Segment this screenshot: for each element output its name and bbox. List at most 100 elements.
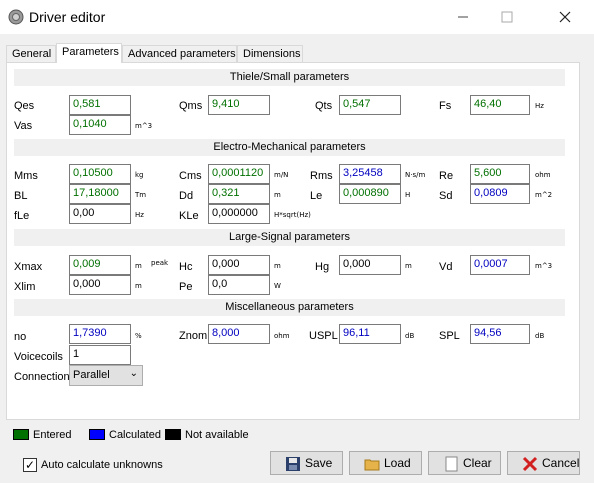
rms-unit: N·s/m bbox=[405, 171, 426, 179]
qes-label: Qes bbox=[14, 100, 35, 112]
vas-unit: m^3 bbox=[135, 122, 153, 130]
load-button[interactable]: Load bbox=[349, 451, 422, 475]
spl-unit: dB bbox=[535, 332, 545, 340]
chevron-down-icon: ⌄ bbox=[129, 368, 138, 379]
kle-field[interactable]: 0,000000 bbox=[208, 204, 270, 224]
section-electro-mechanical: Electro-Mechanical parameters bbox=[14, 139, 565, 156]
hg-field[interactable]: 0,000 bbox=[339, 255, 401, 275]
uspl-unit: dB bbox=[405, 332, 415, 340]
sd-field[interactable]: 0,0809 bbox=[470, 184, 530, 204]
bl-field[interactable]: 17,18000 bbox=[69, 184, 131, 204]
save-label: Save bbox=[305, 456, 333, 470]
close-button[interactable] bbox=[550, 6, 580, 28]
tab-dimensions[interactable]: Dimensions bbox=[237, 45, 303, 62]
load-label: Load bbox=[384, 456, 411, 470]
re-field[interactable]: 5,600 bbox=[470, 164, 530, 184]
znom-label: Znom bbox=[179, 330, 208, 342]
znom-field[interactable]: 8,000 bbox=[208, 324, 270, 344]
window-title: Driver editor bbox=[29, 9, 106, 25]
xmax-label: Xmax bbox=[14, 261, 43, 273]
fs-label: Fs bbox=[439, 100, 452, 112]
voicecoils-label: Voicecoils bbox=[14, 351, 63, 363]
cms-field[interactable]: 0,0001120 bbox=[208, 164, 270, 184]
cms-unit: m/N bbox=[274, 171, 289, 179]
minimize-button[interactable] bbox=[448, 6, 478, 28]
sd-label: Sd bbox=[439, 190, 453, 202]
legend-entered-swatch bbox=[13, 429, 29, 440]
dialog-client: General Parameters Advanced parameters D… bbox=[0, 34, 594, 483]
cancel-label: Cancel bbox=[542, 456, 580, 470]
legend-calculated-swatch bbox=[89, 429, 105, 440]
tab-advanced-parameters[interactable]: Advanced parameters bbox=[122, 45, 237, 62]
hc-label: Hc bbox=[179, 261, 193, 273]
folder-open-icon bbox=[364, 459, 380, 471]
connection-label: Connection bbox=[14, 371, 70, 383]
fle-unit: Hz bbox=[135, 211, 144, 219]
clear-label: Clear bbox=[463, 456, 492, 470]
vas-field[interactable]: 0,1040 bbox=[69, 115, 131, 135]
znom-unit: ohm bbox=[274, 332, 290, 340]
tab-parameters[interactable]: Parameters bbox=[56, 43, 122, 63]
mms-field[interactable]: 0,10500 bbox=[69, 164, 131, 184]
connection-value: Parallel bbox=[73, 369, 110, 381]
maximize-button[interactable] bbox=[492, 6, 522, 28]
close-icon bbox=[559, 11, 571, 23]
pe-unit: W bbox=[274, 282, 281, 290]
legend-entered-label: Entered bbox=[33, 429, 72, 441]
connection-select[interactable]: Parallel ⌄ bbox=[69, 365, 143, 386]
xmax-field[interactable]: 0,009 bbox=[69, 255, 131, 275]
kle-label: KLe bbox=[179, 210, 199, 222]
uspl-label: USPL bbox=[309, 330, 338, 342]
bl-label: BL bbox=[14, 190, 28, 202]
efficiency-label: no bbox=[14, 331, 27, 343]
hg-label: Hg bbox=[315, 261, 330, 273]
qts-label: Qts bbox=[315, 100, 333, 112]
dd-unit: m bbox=[274, 191, 281, 199]
legend-na-swatch bbox=[165, 429, 181, 440]
maximize-icon bbox=[501, 11, 513, 23]
re-label: Re bbox=[439, 170, 454, 182]
rms-label: Rms bbox=[310, 170, 333, 182]
hc-unit: m bbox=[274, 262, 281, 270]
xmax-unit: m bbox=[135, 262, 142, 270]
pe-label: Pe bbox=[179, 281, 193, 293]
tab-general[interactable]: General bbox=[6, 45, 56, 62]
hc-field[interactable]: 0,000 bbox=[208, 255, 270, 275]
clear-button[interactable]: Clear bbox=[428, 451, 501, 475]
spl-field[interactable]: 94,56 bbox=[470, 324, 530, 344]
efficiency-field[interactable]: 1,7390 bbox=[69, 324, 131, 344]
uspl-field[interactable]: 96,11 bbox=[339, 324, 401, 344]
fle-label: fLe bbox=[14, 210, 30, 222]
xlim-label: Xlim bbox=[14, 281, 36, 293]
voicecoils-field[interactable]: 1 bbox=[69, 345, 131, 365]
blank-page-icon bbox=[445, 456, 458, 472]
auto-calculate-checkbox[interactable]: ✓ bbox=[23, 458, 37, 472]
vas-label: Vas bbox=[14, 120, 33, 132]
cms-label: Cms bbox=[179, 170, 202, 182]
fs-field[interactable]: 46,40 bbox=[470, 95, 530, 115]
parameters-panel: Thiele/Small parameters Qes 0,581 Qms 9,… bbox=[6, 62, 580, 420]
le-label: Le bbox=[310, 190, 323, 202]
qms-field[interactable]: 9,410 bbox=[208, 95, 270, 115]
efficiency-unit: % bbox=[135, 332, 142, 340]
speaker-app-icon bbox=[8, 9, 24, 25]
save-button[interactable]: Save bbox=[270, 451, 343, 475]
rms-field[interactable]: 3,25458 bbox=[339, 164, 401, 184]
xlim-field[interactable]: 0,000 bbox=[69, 275, 131, 295]
dd-field[interactable]: 0,321 bbox=[208, 184, 270, 204]
auto-calculate-label: Auto calculate unknowns bbox=[41, 459, 163, 471]
bl-unit: Tm bbox=[135, 191, 147, 199]
kle-unit: H*sqrt(Hz) bbox=[274, 211, 311, 219]
qes-field[interactable]: 0,581 bbox=[69, 95, 131, 115]
sd-unit: m^2 bbox=[535, 191, 553, 199]
le-field[interactable]: 0,000890 bbox=[339, 184, 401, 204]
section-large-signal: Large-Signal parameters bbox=[14, 229, 565, 246]
mms-label: Mms bbox=[14, 170, 38, 182]
fle-field[interactable]: 0,00 bbox=[69, 204, 131, 224]
cancel-button[interactable]: Cancel bbox=[507, 451, 580, 475]
minimize-icon bbox=[458, 16, 468, 18]
qts-field[interactable]: 0,547 bbox=[339, 95, 401, 115]
legend-calculated-label: Calculated bbox=[109, 429, 161, 441]
pe-field[interactable]: 0,0 bbox=[208, 275, 270, 295]
vd-field[interactable]: 0,0007 bbox=[470, 255, 530, 275]
